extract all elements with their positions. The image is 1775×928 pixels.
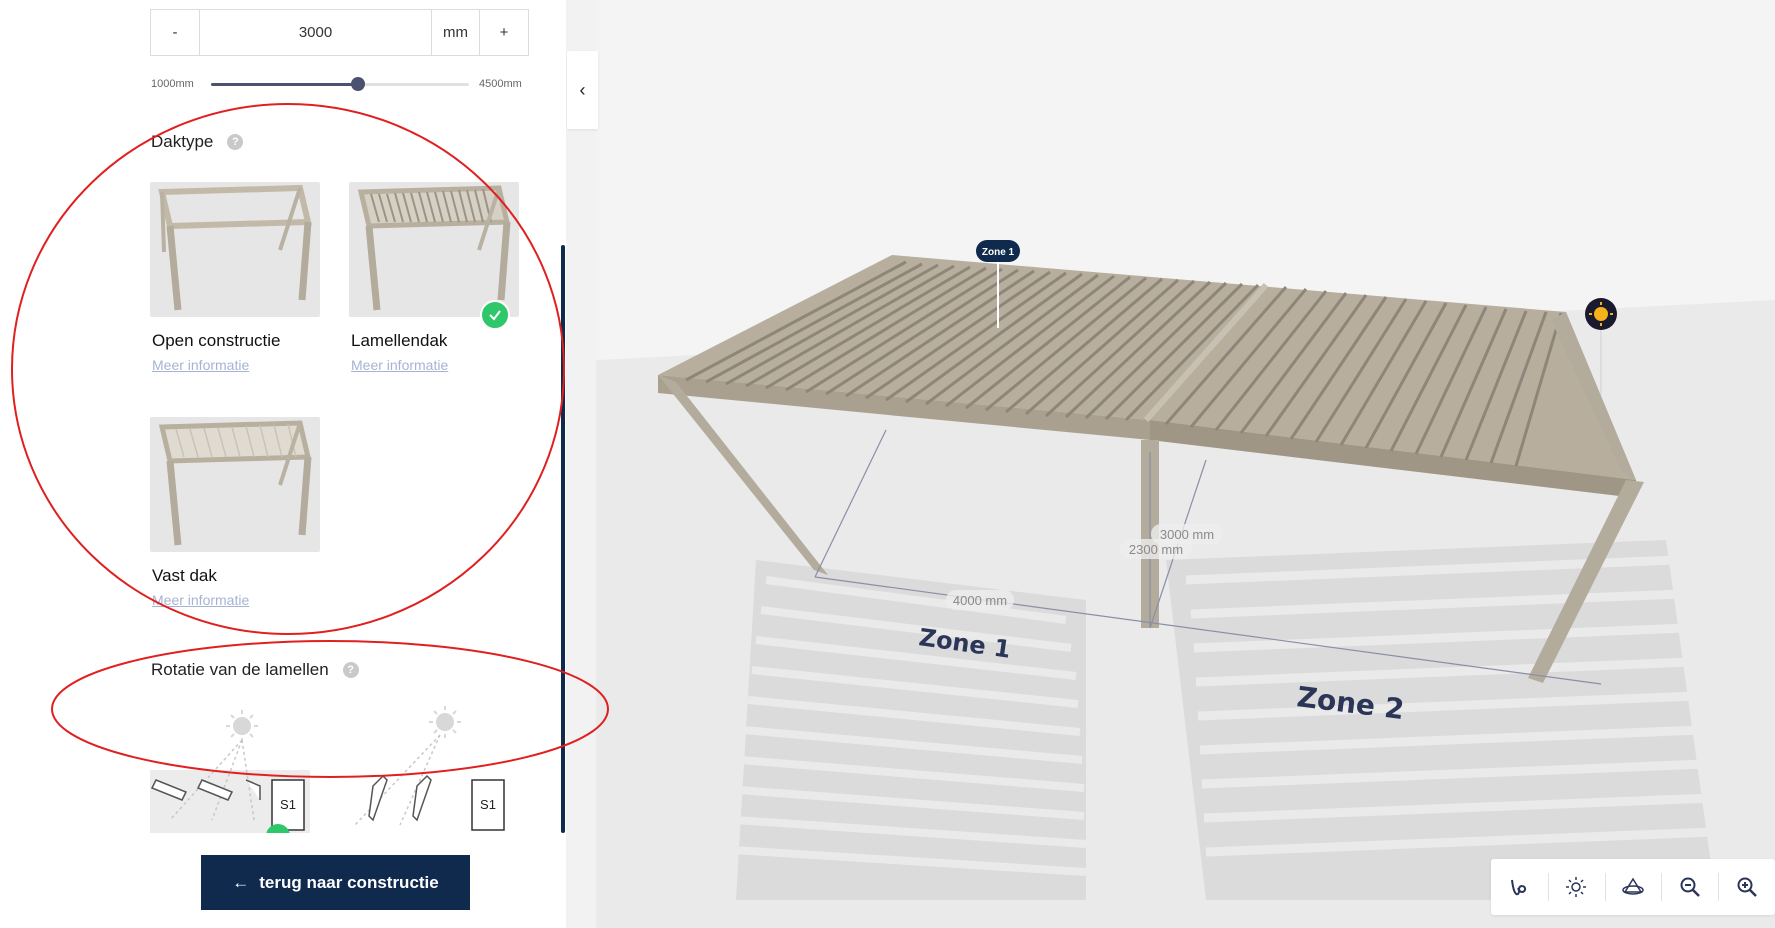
rotation-heading: Rotatie van de lamellen (151, 660, 329, 679)
more-info-link[interactable]: Meer informatie (150, 592, 322, 608)
selected-check-icon (480, 300, 510, 330)
roof-option-name: Vast dak (152, 566, 217, 585)
increment-button[interactable]: + (480, 10, 528, 55)
s1-badge: S1 (280, 797, 296, 812)
rotation-diagram-1: S1 (150, 710, 310, 835)
s1-badge: S1 (480, 797, 496, 812)
3d-viewer[interactable]: 4000 mm 3000 mm 2300 mm Zone 1 Zone 2 Zo… (566, 0, 1775, 928)
roof-option-name: Open constructie (152, 331, 281, 350)
help-icon[interactable]: ? (227, 134, 244, 150)
more-info-link[interactable]: Meer informatie (150, 357, 322, 373)
svg-text:2300 mm: 2300 mm (1129, 542, 1183, 557)
measure-icon[interactable] (1491, 859, 1548, 915)
viewer-toolbar (1491, 859, 1775, 915)
pergola-scene: 4000 mm 3000 mm 2300 mm Zone 1 Zone 2 Zo… (596, 0, 1775, 928)
collapse-panel-button[interactable]: ‹ (567, 51, 598, 129)
roof-option-open[interactable]: Open constructie Meer informatie (150, 182, 322, 373)
back-button-label: terug naar constructie (259, 872, 439, 892)
roof-thumbnail-louvre[interactable] (349, 182, 519, 317)
chevron-left-icon: ‹ (579, 79, 586, 100)
sun-icon (226, 710, 258, 742)
slider-max-label: 4500mm (479, 78, 522, 90)
decrement-button[interactable]: - (151, 10, 200, 55)
sun-icon[interactable] (1547, 859, 1605, 915)
slider-thumb[interactable] (351, 77, 366, 91)
more-info-link[interactable]: Meer informatie (349, 357, 521, 373)
sun-icon (429, 706, 461, 738)
slider-fill (211, 83, 359, 86)
arrow-left-icon: ← (232, 872, 250, 892)
roof-thumbnail-fixed[interactable] (150, 417, 320, 552)
length-stepper: - 3000 mm + (150, 9, 529, 56)
zone-pin-label: Zone 1 (982, 247, 1015, 258)
svg-text:4000 mm: 4000 mm (953, 593, 1007, 608)
help-icon[interactable]: ? (342, 662, 359, 678)
configurator-panel: - 3000 mm + 1000mm 4500mm Daktype ? Open… (0, 0, 566, 928)
roof-type-heading: Daktype (151, 132, 214, 151)
length-input[interactable]: 3000 (200, 10, 432, 55)
rotate-3d-icon[interactable] (1604, 859, 1662, 915)
rotation-options: S1 S1 (150, 700, 550, 835)
zoom-in-icon[interactable] (1718, 859, 1775, 915)
panel-scrollbar[interactable] (561, 245, 565, 833)
rotation-title: Rotatie van de lamellen ? (151, 660, 359, 680)
unit-label: mm (432, 10, 480, 55)
rotation-option-2[interactable]: S1 (345, 700, 515, 835)
dimension-width: 4000 mm (946, 590, 1014, 610)
dimension-height: 2300 mm (1120, 539, 1192, 559)
zoom-out-icon[interactable] (1661, 859, 1718, 915)
length-slider[interactable] (211, 77, 469, 91)
rotation-diagram-2: S1 (354, 706, 505, 831)
back-to-construction-button[interactable]: ← terug naar constructie (201, 855, 470, 910)
roof-thumbnail-open[interactable] (150, 182, 320, 317)
roof-option-name: Lamellendak (351, 331, 448, 350)
rotation-option-1[interactable]: S1 (150, 700, 310, 835)
slider-min-label: 1000mm (151, 78, 194, 90)
roof-option-louvre[interactable]: Lamellendak Meer informatie (349, 182, 521, 373)
roof-option-fixed[interactable]: Vast dak Meer informatie (150, 417, 322, 608)
roof-type-title: Daktype ? (151, 132, 244, 152)
